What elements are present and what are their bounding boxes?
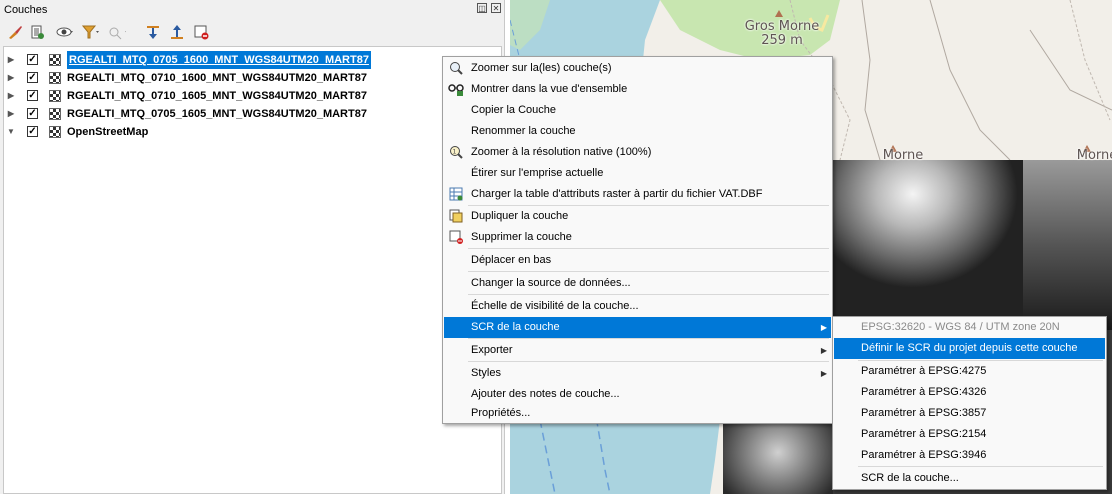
- raster-layer-icon: [49, 126, 61, 138]
- submenu-item-epsg-4326[interactable]: Paramétrer à EPSG:4326: [834, 382, 1105, 403]
- remove-layer-button[interactable]: [192, 23, 210, 41]
- remove-icon: [448, 229, 464, 245]
- filter-button[interactable]: [82, 23, 100, 41]
- layer-row[interactable]: ▶ ✓ RGEALTI_MTQ_0710_1600_MNT_WGS84UTM20…: [4, 69, 501, 87]
- eye-icon: [56, 27, 73, 37]
- layer-row[interactable]: ▼ ✓ OpenStreetMap: [4, 123, 501, 141]
- layer-name[interactable]: RGEALTI_MTQ_0710_1605_MNT_WGS84UTM20_MAR…: [67, 87, 367, 105]
- map-label-gros-morne: Gros Morne 259 m: [744, 19, 820, 48]
- float-panel-button[interactable]: ◫: [477, 3, 487, 13]
- attribute-table-icon: [448, 186, 464, 202]
- overview-icon: [448, 81, 464, 97]
- menu-item-show-in-overview[interactable]: Montrer dans la vue d'ensemble: [444, 79, 831, 100]
- zoom-icon: [448, 60, 464, 76]
- submenu-item-epsg-3857[interactable]: Paramétrer à EPSG:3857: [834, 403, 1105, 424]
- submenu-arrow-icon: ▶: [820, 369, 827, 378]
- menu-item-remove-layer[interactable]: Supprimer la couche: [444, 227, 831, 248]
- crs-submenu: EPSG:32620 - WGS 84 / UTM zone 20N Défin…: [832, 316, 1107, 490]
- submenu-arrow-icon: ▶: [820, 346, 827, 355]
- svg-text:1: 1: [453, 149, 457, 156]
- menu-item-properties[interactable]: Propriétés...: [444, 403, 831, 424]
- layer-visibility-checkbox[interactable]: ✓: [27, 126, 38, 137]
- menu-item-zoom-native[interactable]: 1 Zoomer à la résolution native (100%): [444, 142, 831, 163]
- expand-arrow-icon[interactable]: ▶: [7, 105, 15, 123]
- menu-item-load-vat[interactable]: Charger la table d'attributs raster à pa…: [444, 184, 831, 205]
- menu-item-styles[interactable]: Styles ▶: [444, 363, 831, 384]
- map-label-morne-2: Morne: [1076, 148, 1112, 163]
- layer-visibility-checkbox[interactable]: ✓: [27, 90, 38, 101]
- layer-visibility-checkbox[interactable]: ✓: [27, 108, 38, 119]
- add-group-button[interactable]: [28, 23, 46, 41]
- menu-separator: [468, 248, 829, 249]
- raster-layer-icon: [49, 72, 61, 84]
- filter-legend-icon: [109, 27, 126, 40]
- layer-name[interactable]: RGEALTI_MTQ_0705_1605_MNT_WGS84UTM20_MAR…: [67, 105, 367, 123]
- submenu-arrow-icon: ▶: [820, 323, 827, 332]
- raster-layer-icon: [49, 90, 61, 102]
- submenu-item-epsg-2154[interactable]: Paramétrer à EPSG:2154: [834, 424, 1105, 445]
- submenu-item-layer-crs-dialog[interactable]: SCR de la couche...: [834, 468, 1105, 489]
- menu-item-visibility-scale[interactable]: Échelle de visibilité de la couche...: [444, 296, 831, 317]
- filter-legend-button[interactable]: [108, 23, 126, 41]
- menu-separator: [468, 271, 829, 272]
- panel-title: Couches: [4, 4, 48, 16]
- layer-name[interactable]: OpenStreetMap: [67, 123, 148, 141]
- layer-visibility-checkbox[interactable]: ✓: [27, 54, 38, 65]
- collapse-arrow-icon[interactable]: ▼: [7, 123, 15, 141]
- submenu-item-epsg-3946[interactable]: Paramétrer à EPSG:3946: [834, 445, 1105, 466]
- expand-arrow-icon[interactable]: ▶: [7, 87, 15, 105]
- menu-item-rename-layer[interactable]: Renommer la couche: [444, 121, 831, 142]
- zoom-native-icon: 1: [448, 144, 464, 160]
- menu-item-zoom-to-layer[interactable]: Zoomer sur la(les) couche(s): [444, 58, 831, 79]
- layer-name[interactable]: RGEALTI_MTQ_0705_1600_MNT_WGS84UTM20_MAR…: [67, 51, 371, 69]
- layer-row[interactable]: ▶ ✓ RGEALTI_MTQ_0710_1605_MNT_WGS84UTM20…: [4, 87, 501, 105]
- expand-all-icon: [147, 26, 159, 39]
- menu-item-stretch-extent[interactable]: Étirer sur l'emprise actuelle: [444, 163, 831, 184]
- duplicate-icon: [448, 208, 464, 224]
- expand-arrow-icon[interactable]: ▶: [7, 51, 15, 69]
- menu-item-copy-layer[interactable]: Copier la Couche: [444, 100, 831, 121]
- layer-row[interactable]: ▶ ✓ RGEALTI_MTQ_0705_1600_MNT_WGS84UTM20…: [4, 51, 501, 69]
- style-manager-button[interactable]: [6, 23, 24, 41]
- layers-toolbar: [0, 20, 504, 44]
- expand-arrow-icon[interactable]: ▶: [7, 69, 15, 87]
- menu-item-export[interactable]: Exporter ▶: [444, 340, 831, 361]
- layer-name[interactable]: RGEALTI_MTQ_0710_1600_MNT_WGS84UTM20_MAR…: [67, 69, 367, 87]
- menu-item-layer-crs[interactable]: SCR de la couche ▶: [444, 317, 831, 338]
- layer-visibility-checkbox[interactable]: ✓: [27, 72, 38, 83]
- layer-context-menu: Zoomer sur la(les) couche(s) Montrer dan…: [442, 56, 833, 424]
- menu-item-move-to-bottom[interactable]: Déplacer en bas: [444, 250, 831, 271]
- add-group-icon: [31, 25, 44, 39]
- map-label-morne-1: Morne: [882, 148, 924, 163]
- paintbrush-icon: [9, 26, 22, 39]
- close-panel-button[interactable]: ✕: [491, 3, 501, 13]
- layers-panel: Couches ◫ ✕ ▶ ✓ RGEALTI_MTQ_0705_1600_MN…: [0, 0, 505, 494]
- filter-icon: [82, 25, 99, 39]
- menu-item-change-data-source[interactable]: Changer la source de données...: [444, 273, 831, 294]
- raster-layer-icon: [49, 108, 61, 120]
- visibility-button[interactable]: [56, 23, 74, 41]
- raster-layer-icon: [49, 54, 61, 66]
- collapse-all-button[interactable]: [168, 23, 186, 41]
- layer-row[interactable]: ▶ ✓ RGEALTI_MTQ_0705_1605_MNT_WGS84UTM20…: [4, 105, 501, 123]
- collapse-all-icon: [171, 25, 183, 39]
- submenu-item-epsg-4275[interactable]: Paramétrer à EPSG:4275: [834, 361, 1105, 382]
- menu-separator: [468, 294, 829, 295]
- submenu-item-current-crs: EPSG:32620 - WGS 84 / UTM zone 20N: [861, 321, 1060, 333]
- layer-tree: ▶ ✓ RGEALTI_MTQ_0705_1600_MNT_WGS84UTM20…: [3, 46, 502, 494]
- expand-all-button[interactable]: [144, 23, 162, 41]
- menu-item-duplicate-layer[interactable]: Dupliquer la couche: [444, 206, 831, 227]
- submenu-item-set-project-crs[interactable]: Définir le SCR du projet depuis cette co…: [834, 338, 1105, 359]
- remove-layer-icon: [194, 25, 209, 40]
- menu-item-add-notes[interactable]: Ajouter des notes de couche...: [444, 384, 831, 405]
- menu-separator: [468, 361, 829, 362]
- menu-separator: [858, 466, 1103, 467]
- menu-separator: [468, 338, 829, 339]
